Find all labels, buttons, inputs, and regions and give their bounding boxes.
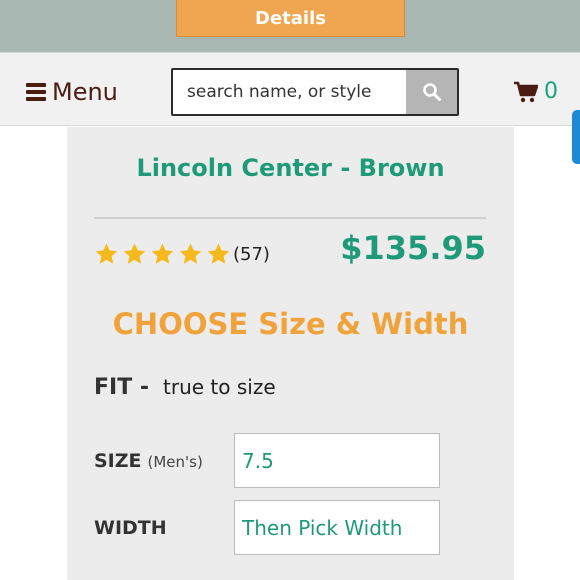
fit-row: FIT - true to size — [94, 375, 276, 400]
product-price: $135.95 — [340, 229, 486, 267]
search-button[interactable] — [406, 70, 457, 114]
search-input[interactable] — [173, 70, 406, 114]
star-icon — [95, 243, 118, 264]
product-title: Lincoln Center - Brown — [136, 154, 445, 182]
menu-label: Menu — [52, 78, 118, 106]
site-header: Menu 0 — [0, 52, 580, 126]
fit-label: FIT - — [94, 375, 150, 400]
size-label-row: SIZE (Men's) — [94, 450, 203, 472]
width-select[interactable]: Then Pick Width — [234, 500, 440, 555]
star-icon — [207, 243, 230, 264]
size-label: SIZE — [94, 450, 142, 472]
size-sublabel: (Men's) — [147, 453, 203, 471]
cart-button[interactable]: 0 — [514, 79, 558, 104]
star-icon — [123, 243, 146, 264]
choose-heading: CHOOSE Size & Width — [112, 307, 469, 341]
width-label-row: WIDTH — [94, 517, 167, 539]
menu-button[interactable]: Menu — [26, 77, 118, 107]
star-icon — [151, 243, 174, 264]
hamburger-icon — [26, 83, 46, 101]
product-card: Lincoln Center - Brown (57) $135.95 CHOO… — [67, 127, 514, 580]
search-icon — [422, 83, 441, 101]
star-icon — [179, 243, 202, 264]
review-count: (57) — [233, 243, 270, 265]
width-label: WIDTH — [94, 517, 167, 539]
cart-icon — [514, 81, 538, 102]
size-select[interactable]: 7.5 — [234, 433, 440, 488]
details-button[interactable]: Details — [176, 0, 405, 37]
fit-value: true to size — [163, 375, 276, 399]
rating[interactable]: (57) — [94, 242, 270, 266]
divider — [94, 217, 486, 219]
search-bar — [171, 68, 459, 116]
cart-count: 0 — [544, 79, 558, 104]
side-feedback-tab[interactable] — [572, 110, 580, 164]
